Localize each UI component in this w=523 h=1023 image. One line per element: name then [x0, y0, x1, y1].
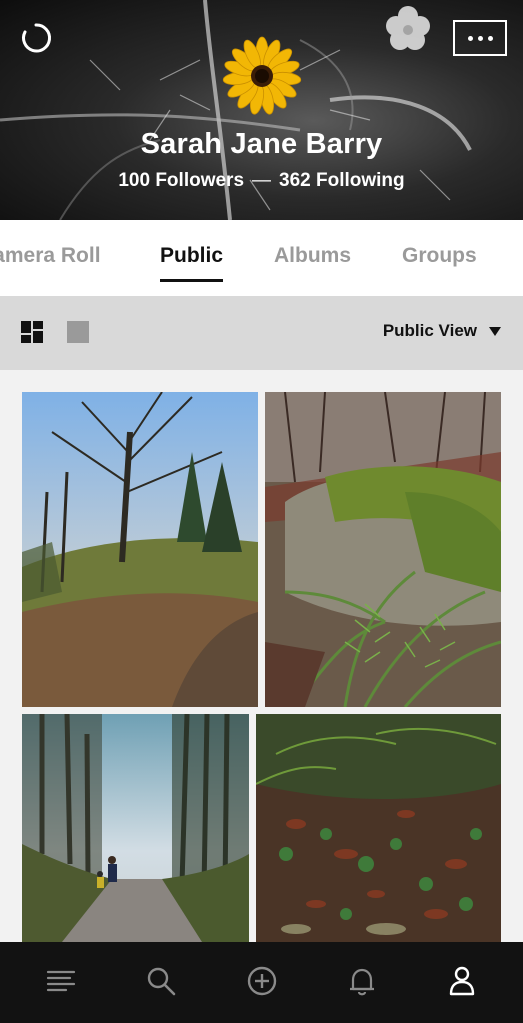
- photo-forest-path: [22, 714, 249, 942]
- tab-albums[interactable]: Albums: [274, 244, 351, 268]
- followers-link[interactable]: 100 Followers: [118, 170, 244, 191]
- add-icon[interactable]: [245, 964, 279, 998]
- bell-icon[interactable]: [345, 964, 379, 998]
- follow-stats: 100 Followers — 362 Following: [0, 170, 523, 192]
- photo-forest-floor: [256, 714, 501, 942]
- dot-icon: [477, 35, 483, 41]
- view-select[interactable]: Public View: [383, 321, 501, 341]
- profile-header: Sarah Jane Barry 100 Followers — 362 Follo…: [0, 0, 523, 220]
- loading-spinner-icon: [22, 23, 52, 53]
- tab-public[interactable]: Public: [160, 244, 224, 282]
- dot-icon: [487, 35, 493, 41]
- more-options-button[interactable]: [453, 20, 507, 56]
- profile-tabs: Camera Roll Public Albums Groups: [0, 220, 523, 296]
- dot-icon: [467, 35, 473, 41]
- tab-groups[interactable]: Groups: [402, 244, 477, 268]
- tab-camera-roll[interactable]: Camera Roll: [0, 244, 101, 268]
- caret-down-icon: [489, 326, 501, 336]
- photo-tile[interactable]: [22, 392, 258, 707]
- follow-separator: —: [252, 170, 272, 191]
- avatar[interactable]: [222, 36, 302, 116]
- single-layout-icon[interactable]: [67, 321, 89, 343]
- photo-tile[interactable]: [22, 714, 249, 942]
- search-icon[interactable]: [144, 964, 178, 998]
- photo-tile[interactable]: [265, 392, 501, 707]
- view-select-label: Public View: [382, 321, 477, 340]
- bottom-navigation: [0, 942, 523, 1023]
- photo-mossy-boulder: [265, 392, 501, 707]
- photo-tile[interactable]: [256, 714, 501, 942]
- photo-forest-hill: [22, 392, 258, 707]
- grid-layout-icon[interactable]: [21, 321, 43, 343]
- profile-name: Sarah Jane Barry: [140, 128, 383, 160]
- following-link[interactable]: 362 Following: [279, 170, 405, 191]
- view-toolbar: Public View: [0, 296, 523, 370]
- profile-icon[interactable]: [445, 964, 479, 998]
- menu-icon[interactable]: [44, 964, 78, 998]
